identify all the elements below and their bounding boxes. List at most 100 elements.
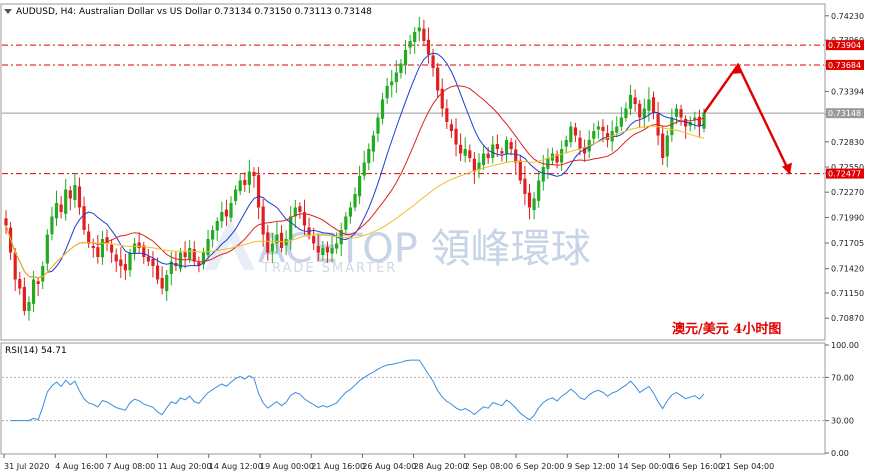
candle-body xyxy=(454,128,458,145)
candle xyxy=(4,210,8,235)
candle xyxy=(642,98,646,129)
candle xyxy=(123,253,127,280)
candle-body xyxy=(27,302,31,312)
candle-body xyxy=(59,204,63,212)
price-tag-label: 0.73148 xyxy=(828,109,861,118)
candle-body xyxy=(697,116,702,127)
candle-body xyxy=(224,209,229,217)
candle-body xyxy=(266,232,270,253)
time-tick-label: 6 Sep 20:00 xyxy=(516,462,564,471)
candle-body xyxy=(408,41,412,48)
collapse-triangle-icon[interactable] xyxy=(4,9,12,14)
candle-body xyxy=(426,39,431,55)
candle xyxy=(413,26,417,54)
candle-body xyxy=(481,153,486,165)
candle-body xyxy=(413,32,417,42)
candle xyxy=(380,92,385,125)
candle xyxy=(220,201,224,228)
candle xyxy=(54,190,59,226)
candle xyxy=(587,130,591,159)
candle-body xyxy=(564,140,568,147)
candle-body xyxy=(628,95,633,109)
time-tick-label: 31 Jul 2020 xyxy=(4,462,49,471)
candle-body xyxy=(91,245,95,248)
price-tag-label: 0.73904 xyxy=(828,41,861,50)
candle-body xyxy=(472,158,476,172)
candle-body xyxy=(702,113,706,129)
symbol-info: AUDUSD, H4: Australian Dollar vs US Doll… xyxy=(16,7,372,17)
candle xyxy=(371,130,375,162)
candle-body xyxy=(394,72,398,83)
candle xyxy=(215,217,219,241)
candle-body xyxy=(560,149,564,163)
candle-body xyxy=(335,243,339,249)
candle-body xyxy=(504,140,509,154)
candle-body xyxy=(436,67,440,91)
candle xyxy=(481,145,486,170)
symbol-header: AUDUSD, H4: Australian Dollar vs US Doll… xyxy=(4,7,372,17)
candle-body xyxy=(367,149,371,164)
candle xyxy=(367,143,371,171)
time-tick-label: 21 Aug 16:00 xyxy=(311,462,365,471)
candle-body xyxy=(518,160,522,181)
candle xyxy=(385,77,389,104)
candle-body xyxy=(155,265,160,280)
candle-body xyxy=(445,108,449,122)
time-tick-label: 16 Sep 16:00 xyxy=(670,462,723,471)
candle-body xyxy=(500,151,504,154)
candle-body xyxy=(50,216,54,235)
candle-body xyxy=(215,221,219,231)
chart-caption: 澳元/美元 4小时图 xyxy=(672,321,781,337)
watermark-tagline: TRADE SMARTER xyxy=(261,261,397,276)
candle-body xyxy=(13,252,17,280)
candle xyxy=(592,123,596,145)
candle-body xyxy=(298,206,302,212)
candle-body xyxy=(22,286,26,311)
candle-body xyxy=(431,55,435,68)
time-tick-label: 9 Sep 12:00 xyxy=(567,462,615,471)
candle-body xyxy=(77,186,82,208)
candle xyxy=(417,16,421,42)
candle xyxy=(298,202,302,219)
time-tick-label: 11 Aug 20:00 xyxy=(158,462,212,471)
candle-body xyxy=(665,135,669,157)
candle-body xyxy=(238,180,242,192)
candle-body xyxy=(670,117,674,136)
candle xyxy=(408,34,412,55)
candle xyxy=(555,150,559,169)
candle xyxy=(693,111,697,130)
candle-body xyxy=(638,103,642,118)
candle-body xyxy=(31,279,36,304)
candle-body xyxy=(514,149,518,163)
candle-body xyxy=(256,175,261,208)
candle xyxy=(376,113,380,143)
candle xyxy=(229,196,233,223)
candle-body xyxy=(247,171,251,185)
candle xyxy=(114,248,118,272)
candle xyxy=(36,277,40,297)
candle xyxy=(661,126,665,166)
candle xyxy=(665,130,669,168)
candle xyxy=(100,230,105,265)
candle-body xyxy=(491,144,495,158)
candle xyxy=(59,195,63,219)
candle-body xyxy=(325,247,330,253)
price-tick-label: 0.71705 xyxy=(831,239,864,248)
candle xyxy=(96,235,100,264)
candle xyxy=(463,137,467,163)
time-tick-label: 26 Aug 04:00 xyxy=(362,462,416,471)
time-tick-label: 21 Sep 04:00 xyxy=(721,462,774,471)
candle-body xyxy=(312,236,316,244)
candle-body xyxy=(399,63,403,73)
candle-body xyxy=(68,190,72,199)
rsi-indicator: 100.00 70.00 30.00 0.00 xyxy=(2,341,859,458)
candle xyxy=(64,178,68,221)
price-tick-label: 0.71990 xyxy=(831,213,864,222)
time-axis: 31 Jul 2020 4 Aug 16:00 7 Aug 08:00 11 Aug … xyxy=(3,454,774,471)
candle-body xyxy=(160,277,164,289)
candle-body xyxy=(601,126,605,131)
candle xyxy=(628,84,633,116)
candle-body xyxy=(330,248,334,254)
candle xyxy=(357,165,362,205)
candle-body xyxy=(486,153,490,158)
